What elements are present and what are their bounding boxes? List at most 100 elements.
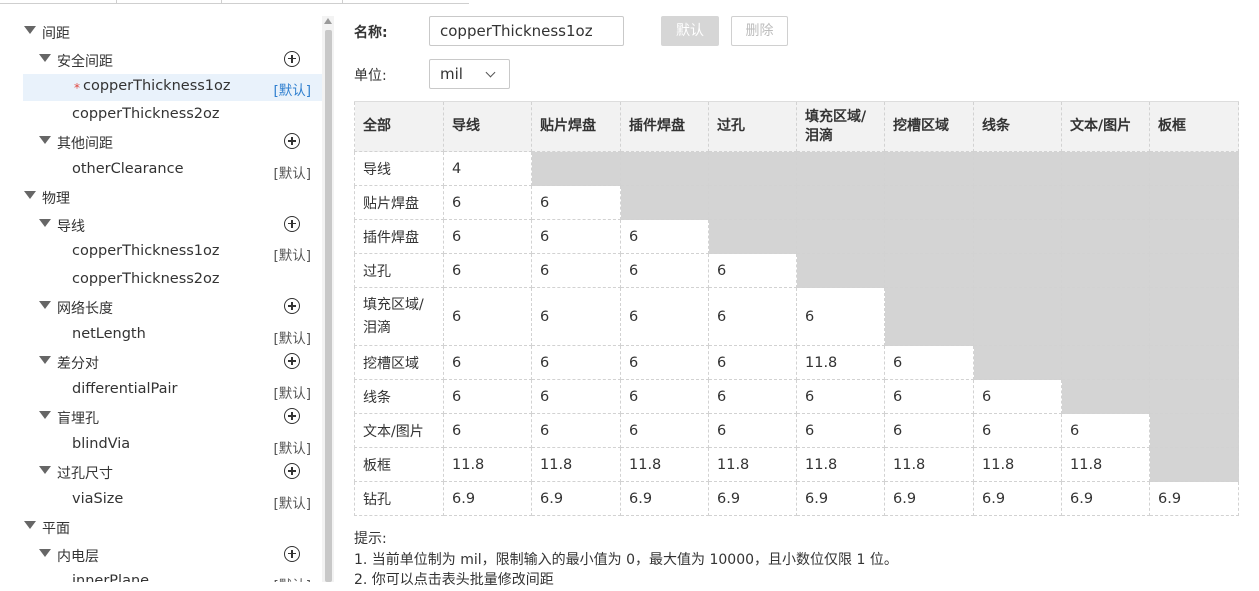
clearance-value-cell[interactable]: 6.9 (531, 481, 621, 516)
caret-down-icon[interactable] (39, 548, 51, 557)
matrix-row-header[interactable]: 线条 (354, 379, 444, 414)
caret-down-icon[interactable] (39, 466, 51, 474)
clearance-value-cell[interactable]: 6 (620, 253, 709, 288)
clearance-value-cell[interactable]: 6 (973, 413, 1062, 448)
clearance-value-cell[interactable]: 6 (531, 287, 621, 346)
unit-select[interactable]: mil (429, 59, 510, 89)
name-input[interactable]: copperThickness1oz (429, 16, 624, 46)
tree-group-item[interactable]: 网络长度 (0, 294, 322, 321)
matrix-column-header[interactable]: 填充区域/泪滴 (796, 101, 885, 152)
tree-rule-item[interactable]: blindVia [默认] (0, 432, 322, 459)
matrix-row-header[interactable]: 文本/图片 (354, 413, 444, 448)
add-circle-icon[interactable] (284, 463, 300, 479)
add-circle-icon[interactable] (284, 50, 300, 67)
matrix-row-header[interactable]: 过孔 (354, 253, 444, 288)
clearance-value-cell[interactable]: 6 (443, 287, 532, 346)
clearance-value-cell[interactable]: 6.9 (884, 481, 974, 516)
clearance-value-cell[interactable]: 6 (708, 287, 797, 346)
tree-group-item[interactable]: 安全间距 (0, 47, 322, 74)
clearance-value-cell[interactable]: 6 (1061, 413, 1150, 448)
clearance-value-cell[interactable]: 6.9 (1061, 481, 1150, 516)
clearance-value-cell[interactable]: 6 (796, 379, 885, 414)
matrix-column-header[interactable]: 导线 (443, 101, 532, 152)
clearance-value-cell[interactable]: 6 (620, 219, 709, 254)
tree-group-item[interactable]: 差分对 (0, 349, 322, 376)
tree-category-item[interactable]: 平面 (0, 514, 322, 541)
tree-rule-item[interactable]: differentialPair [默认] (0, 377, 322, 404)
matrix-row-header[interactable]: 插件焊盘 (354, 219, 444, 254)
clearance-value-cell[interactable]: 6.9 (796, 481, 885, 516)
default-tag[interactable]: [默认] (273, 79, 311, 99)
tree-rule-item[interactable]: copperThickness2oz (0, 267, 322, 294)
clearance-value-cell[interactable]: 6 (796, 287, 885, 346)
tree-group-item[interactable]: 内电层 (0, 542, 322, 569)
clearance-value-cell[interactable]: 11.8 (531, 447, 621, 482)
default-tag[interactable]: [默认] (273, 327, 311, 347)
caret-down-icon[interactable] (39, 218, 51, 227)
matrix-corner-header[interactable]: 全部 (354, 101, 444, 152)
tree-rule-item[interactable]: netLength [默认] (0, 322, 322, 349)
tree-rule-item[interactable]: * copperThickness1oz [默认] (23, 74, 322, 101)
tree-rule-item[interactable]: copperThickness2oz (0, 102, 322, 129)
add-circle-icon[interactable] (284, 408, 300, 424)
clearance-value-cell[interactable]: 6 (796, 413, 885, 448)
clearance-value-cell[interactable]: 6 (443, 185, 532, 220)
matrix-column-header[interactable]: 插件焊盘 (620, 101, 709, 152)
clearance-value-cell[interactable]: 11.8 (796, 345, 885, 380)
caret-down-icon[interactable] (39, 411, 51, 419)
add-circle-icon[interactable] (284, 215, 300, 232)
default-tag[interactable]: [默认] (273, 244, 311, 264)
caret-down-icon[interactable] (24, 521, 36, 529)
matrix-row-header[interactable]: 挖槽区域 (354, 345, 444, 380)
clearance-value-cell[interactable]: 6 (443, 345, 532, 380)
add-circle-icon[interactable] (284, 298, 300, 314)
clearance-value-cell[interactable]: 6 (708, 253, 797, 288)
matrix-column-header[interactable]: 线条 (973, 101, 1062, 152)
clearance-value-cell[interactable]: 6.9 (443, 481, 532, 516)
clearance-value-cell[interactable]: 6 (531, 253, 621, 288)
clearance-value-cell[interactable]: 6 (884, 413, 974, 448)
matrix-column-header[interactable]: 过孔 (708, 101, 797, 152)
clearance-value-cell[interactable]: 4 (443, 151, 532, 186)
clearance-value-cell[interactable]: 6.9 (973, 481, 1062, 516)
matrix-row-header[interactable]: 板框 (354, 447, 444, 482)
clearance-value-cell[interactable]: 6 (620, 379, 709, 414)
clearance-value-cell[interactable]: 6 (708, 413, 797, 448)
clearance-value-cell[interactable]: 6 (708, 345, 797, 380)
clearance-value-cell[interactable]: 6 (884, 345, 974, 380)
caret-down-icon[interactable] (39, 356, 51, 364)
matrix-column-header[interactable]: 板框 (1149, 101, 1239, 152)
default-tag[interactable]: [默认] (273, 492, 311, 512)
clearance-value-cell[interactable]: 6 (443, 219, 532, 254)
clearance-value-cell[interactable]: 11.8 (796, 447, 885, 482)
clearance-value-cell[interactable]: 11.8 (884, 447, 974, 482)
clearance-value-cell[interactable]: 6 (884, 379, 974, 414)
tree-group-item[interactable]: 盲埋孔 (0, 404, 322, 431)
clearance-value-cell[interactable]: 6.9 (620, 481, 709, 516)
matrix-column-header[interactable]: 文本/图片 (1061, 101, 1150, 152)
clearance-value-cell[interactable]: 6 (531, 185, 621, 220)
matrix-row-header[interactable]: 贴片焊盘 (354, 185, 444, 220)
delete-button[interactable]: 删除 (731, 16, 788, 46)
clearance-value-cell[interactable]: 11.8 (1061, 447, 1150, 482)
clearance-value-cell[interactable]: 6 (620, 413, 709, 448)
caret-down-icon[interactable] (39, 136, 51, 144)
scroll-up-arrow-icon[interactable] (324, 18, 332, 24)
matrix-row-header[interactable]: 填充区域/泪滴 (354, 287, 444, 346)
tree-scrollbar-thumb[interactable] (325, 30, 332, 582)
default-button[interactable]: 默认 (661, 16, 719, 46)
matrix-row-header[interactable]: 钻孔 (354, 481, 444, 516)
tree-group-item[interactable]: 其他间距 (0, 129, 322, 156)
add-circle-icon[interactable] (284, 353, 300, 369)
caret-down-icon[interactable] (39, 301, 51, 309)
tree-category-item[interactable]: 物理 (0, 184, 322, 211)
clearance-value-cell[interactable]: 6 (531, 219, 621, 254)
clearance-value-cell[interactable]: 6 (708, 379, 797, 414)
default-tag[interactable]: [默认] (273, 162, 311, 182)
default-tag[interactable]: [默认] (273, 574, 311, 582)
clearance-value-cell[interactable]: 11.8 (708, 447, 797, 482)
tab-segment[interactable] (343, 0, 469, 4)
clearance-value-cell[interactable]: 11.8 (620, 447, 709, 482)
caret-down-icon[interactable] (39, 53, 51, 62)
clearance-value-cell[interactable]: 6 (531, 413, 621, 448)
